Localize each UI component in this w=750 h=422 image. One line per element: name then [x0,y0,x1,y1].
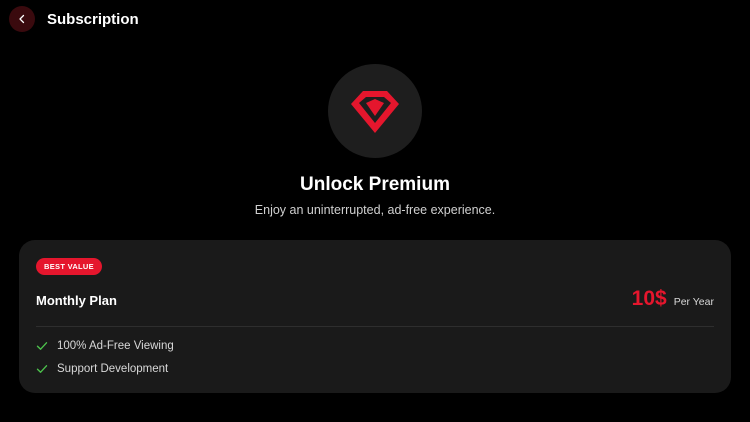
feature-label: Support Development [57,363,169,375]
plan-price: 10$ Per Year [632,287,714,311]
feature-item: Support Development [36,361,168,377]
back-button[interactable] [9,6,35,32]
hero-subtitle: Enjoy an uninterrupted, ad-free experien… [254,203,496,217]
diamond-icon [351,91,399,133]
chevron-left-icon [19,14,25,24]
page-title: Subscription [47,10,139,28]
header: Subscription [9,6,139,32]
check-icon [36,342,48,350]
plan-card-monthly[interactable]: BEST VALUE Monthly Plan 10$ Per Year 100… [19,240,731,393]
check-icon [36,365,48,373]
premium-icon-circle [328,64,422,158]
plan-name: Monthly Plan [36,293,117,308]
price-period: Per Year [673,296,714,308]
best-value-badge: BEST VALUE [36,258,102,275]
divider [36,326,714,327]
subscription-screen: Subscription Unlock Premium Enjoy an uni… [0,0,750,422]
hero-title: Unlock Premium [300,174,450,195]
feature-label: 100% Ad-Free Viewing [57,340,174,352]
price-amount: 10$ [631,287,667,310]
feature-item: 100% Ad-Free Viewing [36,338,174,354]
